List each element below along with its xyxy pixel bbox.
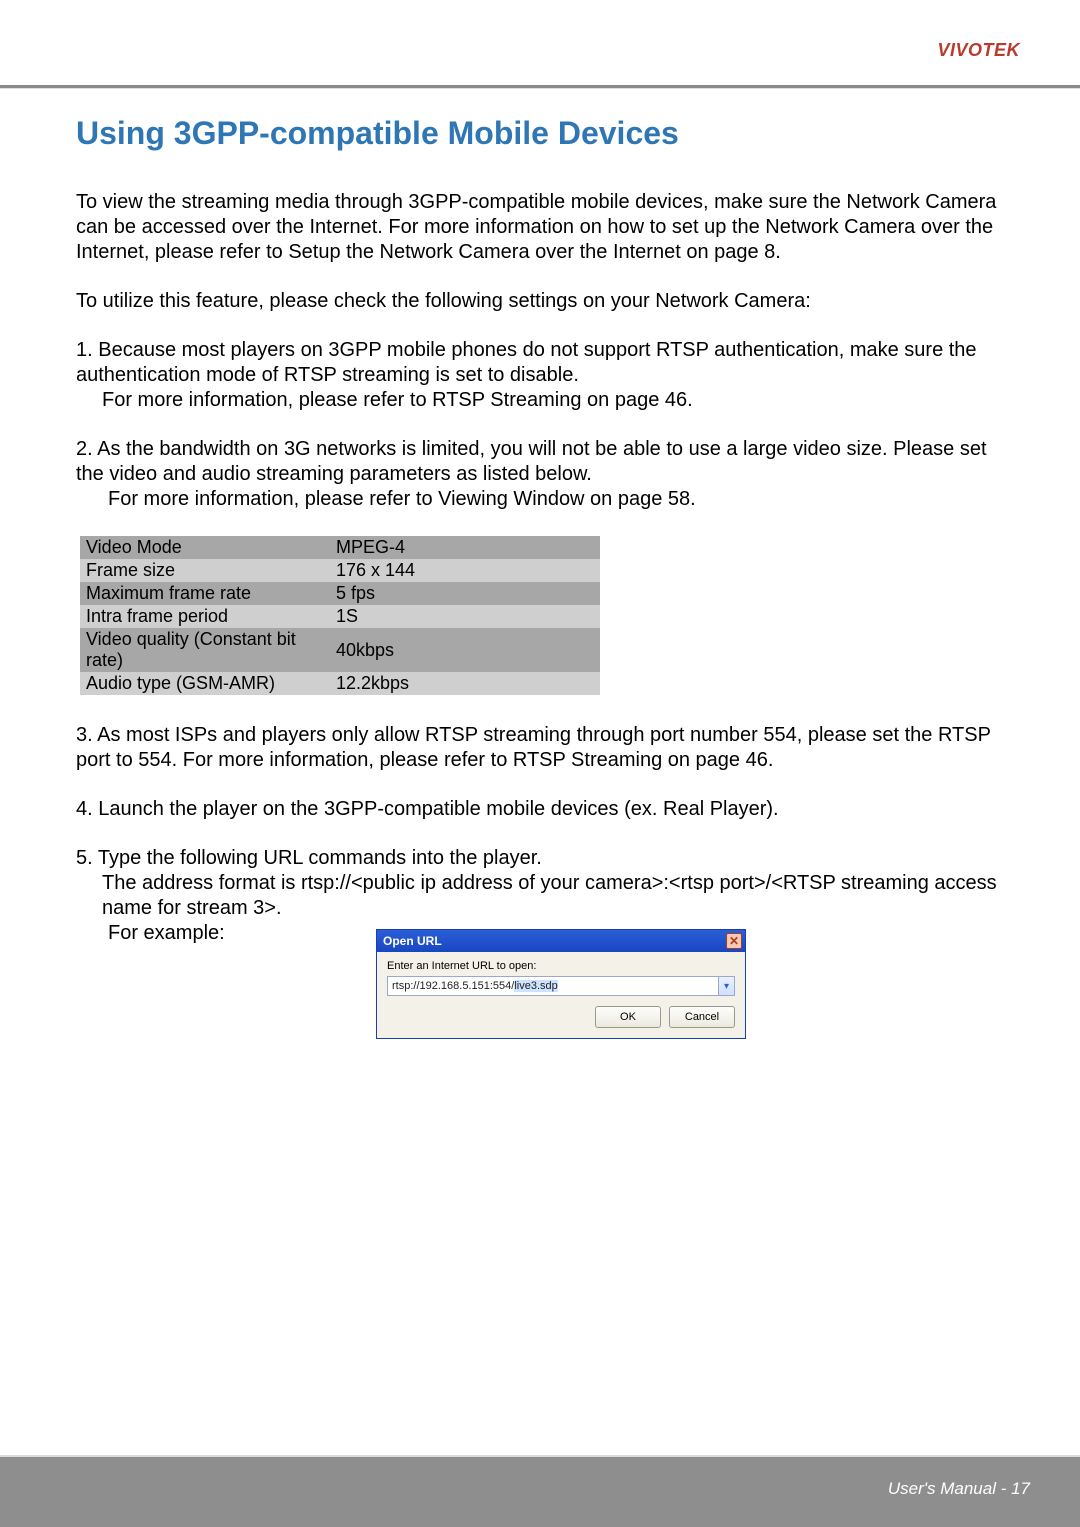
dialog-title: Open URL xyxy=(383,934,442,948)
setting-key: Video Mode xyxy=(80,536,330,559)
dialog-label: Enter an Internet URL to open: xyxy=(387,960,735,972)
url-combobox[interactable]: rtsp://192.168.5.151:554/live3.sdp ▾ xyxy=(387,976,735,996)
page-footer: User's Manual - 17 xyxy=(0,1457,1080,1527)
list-text: Launch the player on the 3GPP-compatible… xyxy=(98,798,778,820)
table-row: Audio type (GSM-AMR) 12.2kbps xyxy=(80,672,600,695)
intro-paragraph-1: To view the streaming media through 3GPP… xyxy=(76,190,1004,265)
close-icon[interactable]: ✕ xyxy=(726,933,742,949)
list-num: 4. xyxy=(76,798,93,820)
setting-key: Video quality (Constant bit rate) xyxy=(80,628,330,672)
setting-value: 5 fps xyxy=(330,582,600,605)
list-item-3: 3. As most ISPs and players only allow R… xyxy=(76,723,1004,773)
list-subtext: For more information, please refer to Vi… xyxy=(76,487,1004,512)
footer-text: User's Manual - 17 xyxy=(888,1479,1030,1499)
list-num: 1. xyxy=(76,339,93,361)
dialog-titlebar[interactable]: Open URL ✕ xyxy=(377,930,745,952)
list-num: 2. xyxy=(76,438,93,460)
url-selected-text: live3.sdp xyxy=(514,980,557,992)
list-item-2: 2. As the bandwidth on 3G networks is li… xyxy=(76,437,1004,512)
table-row: Maximum frame rate 5 fps xyxy=(80,582,600,605)
setting-value: 12.2kbps xyxy=(330,672,600,695)
list-subtext: For more information, please refer to RT… xyxy=(76,388,1004,413)
setting-value: 176 x 144 xyxy=(330,559,600,582)
setting-key: Intra frame period xyxy=(80,605,330,628)
table-row: Video quality (Constant bit rate) 40kbps xyxy=(80,628,600,672)
setting-value: 40kbps xyxy=(330,628,600,672)
setting-value: 1S xyxy=(330,605,600,628)
header-divider xyxy=(0,85,1080,88)
list-num: 3. xyxy=(76,724,93,746)
list-item-4: 4. Launch the player on the 3GPP-compati… xyxy=(76,797,1004,822)
setting-key: Audio type (GSM-AMR) xyxy=(80,672,330,695)
ok-button[interactable]: OK xyxy=(595,1006,661,1028)
table-row: Video Mode MPEG-4 xyxy=(80,536,600,559)
setting-value: MPEG-4 xyxy=(330,536,600,559)
url-prefix: rtsp://192.168.5.151:554/ xyxy=(392,980,514,992)
setting-key: Frame size xyxy=(80,559,330,582)
table-row: Frame size 176 x 144 xyxy=(80,559,600,582)
setting-key: Maximum frame rate xyxy=(80,582,330,605)
brand-text: VIVOTEK xyxy=(937,40,1020,60)
list-num: 5. xyxy=(76,847,93,869)
list-subtext: The address format is rtsp://<public ip … xyxy=(76,871,1004,921)
page-title: Using 3GPP-compatible Mobile Devices xyxy=(76,115,1004,152)
settings-table: Video Mode MPEG-4 Frame size 176 x 144 M… xyxy=(80,536,600,695)
url-input[interactable]: rtsp://192.168.5.151:554/live3.sdp xyxy=(388,980,718,992)
list-text: As the bandwidth on 3G networks is limit… xyxy=(76,438,987,485)
intro-paragraph-2: To utilize this feature, please check th… xyxy=(76,289,1004,314)
chevron-down-icon[interactable]: ▾ xyxy=(718,977,734,995)
table-row: Intra frame period 1S xyxy=(80,605,600,628)
list-text: Type the following URL commands into the… xyxy=(98,847,542,869)
list-text: Because most players on 3GPP mobile phon… xyxy=(76,339,977,386)
list-item-1: 1. Because most players on 3GPP mobile p… xyxy=(76,338,1004,413)
list-text: As most ISPs and players only allow RTSP… xyxy=(76,724,991,771)
cancel-button[interactable]: Cancel xyxy=(669,1006,735,1028)
open-url-dialog: Open URL ✕ Enter an Internet URL to open… xyxy=(376,929,746,1039)
